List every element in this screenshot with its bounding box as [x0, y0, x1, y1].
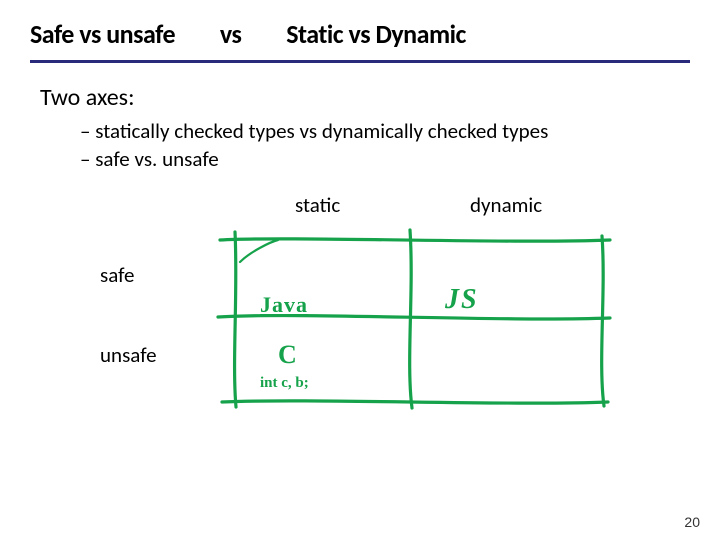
slide-title: Safe vs unsafe vs Static vs Dynamic: [0, 0, 720, 56]
cell-unsafe-static-note: int c, b;: [260, 375, 309, 392]
page-number: 20: [684, 514, 700, 530]
slide: Safe vs unsafe vs Static vs Dynamic Two …: [0, 0, 720, 540]
slide-body: Two axes: statically checked types vs dy…: [0, 63, 720, 442]
column-header-dynamic: dynamic: [470, 192, 542, 218]
cell-unsafe-static: C: [278, 340, 297, 370]
cell-safe-dynamic: JS: [445, 284, 479, 316]
row-header-unsafe: unsafe: [100, 342, 157, 368]
row-header-safe: safe: [100, 262, 134, 288]
quadrant-table: static dynamic safe unsafe Java: [40, 192, 680, 442]
title-part1: Safe vs unsafe: [30, 18, 175, 50]
list-item: statically checked types vs dynamically …: [80, 118, 680, 144]
list-item: safe vs. unsafe: [80, 146, 680, 172]
lead-text: Two axes:: [40, 83, 680, 112]
column-header-static: static: [295, 192, 340, 218]
bullet-list: statically checked types vs dynamically …: [80, 118, 680, 172]
title-part2: vs: [220, 18, 242, 50]
title-part3: Static vs Dynamic: [286, 18, 466, 50]
cell-safe-static: Java: [260, 292, 308, 318]
